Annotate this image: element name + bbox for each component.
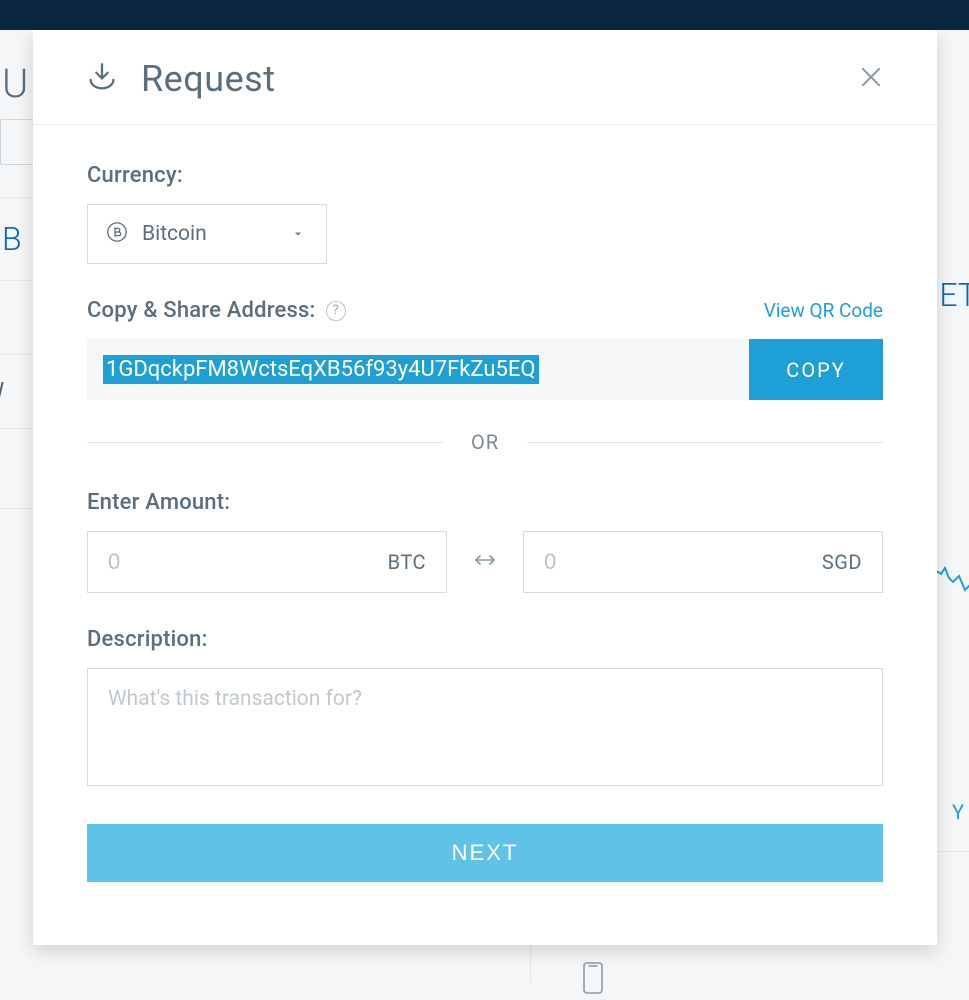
bg-text: ET	[939, 276, 969, 314]
or-text: OR	[471, 430, 499, 454]
description-section: Description:	[87, 627, 883, 790]
bitcoin-icon	[106, 221, 128, 247]
amount-sgd-input[interactable]	[544, 549, 735, 575]
copy-button[interactable]: COPY	[749, 339, 883, 400]
amount-btc-unit: BTC	[388, 550, 426, 574]
address-value: 1GDqckpFM8WctsEqXB56f93y4U7FkZu5EQ	[103, 355, 539, 384]
close-icon[interactable]	[857, 63, 885, 95]
top-nav-bar	[0, 0, 969, 30]
next-button[interactable]: NEXT	[87, 824, 883, 882]
amount-btc-input[interactable]	[108, 549, 299, 575]
currency-selected-value: Bitcoin	[142, 222, 207, 246]
currency-select[interactable]: Bitcoin	[87, 204, 327, 264]
modal-header: Request	[33, 30, 937, 125]
request-modal: Request Currency: Bitcoin	[33, 30, 937, 945]
or-divider: OR	[87, 430, 883, 454]
address-label: Copy & Share Address:	[87, 298, 316, 323]
currency-section: Currency: Bitcoin	[87, 163, 883, 264]
description-label: Description:	[87, 627, 883, 652]
amount-btc-field[interactable]: BTC	[87, 531, 447, 593]
help-icon[interactable]: ?	[326, 301, 346, 321]
modal-title: Request	[141, 58, 276, 100]
amount-section: Enter Amount: BTC SGD	[87, 490, 883, 593]
address-display[interactable]: 1GDqckpFM8WctsEqXB56f93y4U7FkZu5EQ	[87, 339, 749, 400]
bg-text: Y	[952, 800, 964, 824]
swap-icon	[473, 550, 497, 575]
amount-sgd-field[interactable]: SGD	[523, 531, 883, 593]
download-icon	[85, 60, 119, 98]
bg-sparkline	[935, 560, 969, 610]
phone-icon	[575, 960, 611, 1000]
description-input[interactable]	[87, 668, 883, 786]
address-section: Copy & Share Address: ? View QR Code 1GD…	[87, 298, 883, 400]
amount-label: Enter Amount:	[87, 490, 883, 515]
view-qr-link[interactable]: View QR Code	[764, 299, 883, 322]
currency-label: Currency:	[87, 163, 883, 188]
amount-sgd-unit: SGD	[822, 550, 862, 574]
chevron-down-icon	[292, 225, 304, 244]
